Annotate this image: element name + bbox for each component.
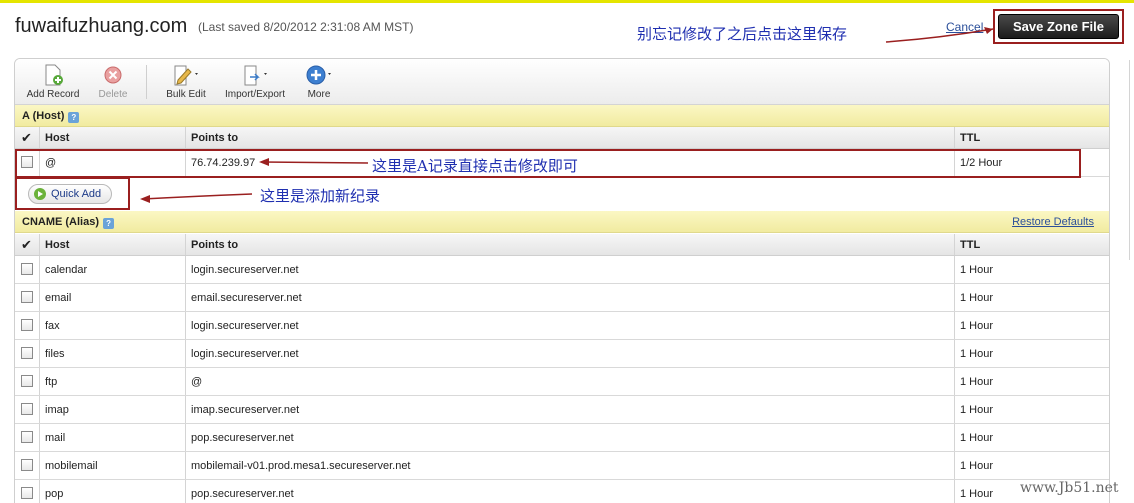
- a-record-annotation: 这里是A记录直接点击修改即可: [372, 157, 578, 175]
- import-export-icon: [244, 65, 267, 86]
- restore-defaults-link[interactable]: Restore Defaults: [1012, 216, 1094, 228]
- help-icon[interactable]: ?: [68, 112, 80, 123]
- cname-record-row[interactable]: imap imap.secureserver.net 1 Hour: [15, 396, 1109, 424]
- row-checkbox[interactable]: [21, 459, 33, 471]
- quick-add-annotation: 这里是添加新纪录: [260, 187, 381, 205]
- record-ttl[interactable]: 1 Hour: [954, 312, 1109, 339]
- more-plus-icon: [306, 65, 331, 85]
- record-host[interactable]: mobilemail: [39, 452, 189, 479]
- cname-record-row[interactable]: mail pop.secureserver.net 1 Hour: [15, 424, 1109, 452]
- row-checkbox[interactable]: [21, 319, 33, 331]
- more-label: More: [307, 89, 331, 100]
- cname-section-header: CNAME (Alias)? Restore Defaults: [15, 211, 1109, 233]
- record-points-to[interactable]: email.secureserver.net: [185, 284, 955, 311]
- record-points-to[interactable]: pop.secureserver.net: [185, 424, 955, 451]
- record-ttl[interactable]: 1 Hour: [954, 256, 1109, 283]
- select-all-check-icon[interactable]: ✔: [15, 127, 39, 148]
- add-record-icon: [45, 64, 63, 86]
- quick-add-highlight-box: [15, 177, 130, 210]
- zone-file-panel: Add Record Delete Bulk Edit Import/Expor…: [14, 58, 1110, 503]
- points-to-column-header: Points to: [185, 234, 955, 255]
- delete-icon: [104, 66, 122, 84]
- select-all-check-icon[interactable]: ✔: [15, 234, 39, 255]
- last-saved-text: (Last saved 8/20/2012 2:31:08 AM MST): [198, 20, 414, 34]
- row-checkbox[interactable]: [21, 403, 33, 415]
- record-host[interactable]: calendar: [39, 256, 189, 283]
- record-points-to[interactable]: @: [185, 368, 955, 395]
- bulk-edit-icon: [174, 65, 198, 86]
- a-section-title: A (Host): [22, 110, 65, 122]
- record-points-to[interactable]: pop.secureserver.net: [185, 480, 955, 503]
- row-checkbox[interactable]: [21, 347, 33, 359]
- import-export-label: Import/Export: [224, 89, 286, 100]
- toolbar: Add Record Delete Bulk Edit Import/Expor…: [15, 59, 1109, 105]
- record-host[interactable]: mail: [39, 424, 189, 451]
- top-accent-bar: [0, 0, 1134, 3]
- host-column-header: Host: [39, 234, 189, 255]
- row-checkbox[interactable]: [21, 487, 33, 499]
- cname-record-row[interactable]: fax login.secureserver.net 1 Hour: [15, 312, 1109, 340]
- cname-record-row[interactable]: pop pop.secureserver.net 1 Hour: [15, 480, 1109, 503]
- points-to-column-header: Points to: [185, 127, 955, 148]
- a-section-header: A (Host)?: [15, 105, 1109, 127]
- more-button[interactable]: More: [300, 63, 338, 103]
- record-ttl[interactable]: 1 Hour: [954, 452, 1109, 479]
- cname-record-row[interactable]: mobilemail mobilemail-v01.prod.mesa1.secu…: [15, 452, 1109, 480]
- domain-title: fuwaifuzhuang.com: [15, 15, 188, 37]
- save-zone-file-button[interactable]: Save Zone File: [998, 14, 1119, 39]
- add-record-button[interactable]: Add Record: [25, 63, 81, 103]
- scroll-edge: [1129, 60, 1134, 260]
- record-host[interactable]: files: [39, 340, 189, 367]
- import-export-button[interactable]: Import/Export: [223, 63, 287, 103]
- ttl-column-header: TTL: [954, 234, 1109, 255]
- bulk-edit-label: Bulk Edit: [166, 89, 206, 100]
- record-ttl[interactable]: 1 Hour: [954, 424, 1109, 451]
- record-host[interactable]: imap: [39, 396, 189, 423]
- row-checkbox[interactable]: [21, 375, 33, 387]
- cname-record-row[interactable]: calendar login.secureserver.net 1 Hour: [15, 256, 1109, 284]
- help-icon[interactable]: ?: [103, 218, 115, 229]
- record-points-to[interactable]: login.secureserver.net: [185, 312, 955, 339]
- cname-record-row[interactable]: ftp @1 Hour: [15, 368, 1109, 396]
- cancel-link[interactable]: Cancel: [946, 20, 983, 34]
- record-points-to[interactable]: mobilemail-v01.prod.mesa1.secureserver.n…: [185, 452, 955, 479]
- record-host[interactable]: fax: [39, 312, 189, 339]
- quick-add-row: Quick Add: [15, 178, 1109, 210]
- record-points-to[interactable]: login.secureserver.net: [185, 256, 955, 283]
- a-column-header: ✔ Host Points to TTL: [15, 127, 1109, 149]
- delete-label: Delete: [98, 89, 128, 100]
- save-annotation: 别忘记修改了之后点击这里保存: [637, 25, 848, 43]
- bulk-edit-button[interactable]: Bulk Edit: [161, 63, 211, 103]
- record-host[interactable]: ftp: [39, 368, 189, 395]
- cname-column-header: ✔ Host Points to TTL: [15, 234, 1109, 256]
- ttl-column-header: TTL: [954, 127, 1109, 148]
- record-points-to[interactable]: login.secureserver.net: [185, 340, 955, 367]
- record-host[interactable]: pop: [39, 480, 189, 503]
- row-checkbox[interactable]: [21, 431, 33, 443]
- toolbar-separator: [146, 65, 147, 99]
- record-ttl[interactable]: 1 Hour: [954, 368, 1109, 395]
- record-ttl[interactable]: 1 Hour: [954, 396, 1109, 423]
- add-record-label: Add Record: [26, 89, 80, 100]
- host-column-header: Host: [39, 127, 189, 148]
- record-ttl[interactable]: 1 Hour: [954, 284, 1109, 311]
- delete-button[interactable]: Delete: [91, 63, 135, 103]
- record-host[interactable]: email: [39, 284, 189, 311]
- cname-record-row[interactable]: files login.secureserver.net 1 Hour: [15, 340, 1109, 368]
- record-points-to[interactable]: imap.secureserver.net: [185, 396, 955, 423]
- cname-record-row[interactable]: email email.secureserver.net 1 Hour: [15, 284, 1109, 312]
- cname-section-title: CNAME (Alias): [22, 216, 100, 228]
- row-checkbox[interactable]: [21, 291, 33, 303]
- watermark-text: www.Jb51.net: [1020, 480, 1119, 496]
- record-ttl[interactable]: 1 Hour: [954, 340, 1109, 367]
- row-checkbox[interactable]: [21, 263, 33, 275]
